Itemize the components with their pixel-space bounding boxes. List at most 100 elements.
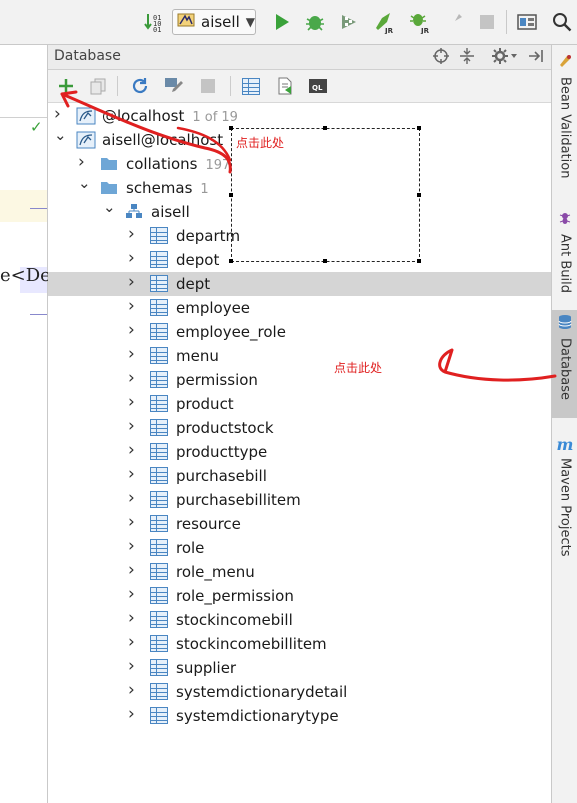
tree-row-label: dept bbox=[176, 275, 210, 293]
chevron-right-icon[interactable]: › bbox=[128, 704, 135, 724]
chevron-right-icon[interactable]: › bbox=[128, 608, 135, 628]
chevron-right-icon[interactable]: › bbox=[128, 368, 135, 388]
chevron-right-icon[interactable]: › bbox=[54, 104, 61, 124]
tree-row-label: productstock bbox=[176, 419, 274, 437]
tree-row[interactable]: › employee_role bbox=[48, 320, 551, 344]
table-icon bbox=[150, 659, 168, 676]
build-icon[interactable] bbox=[442, 10, 466, 34]
tree-row-name: role_permission bbox=[176, 587, 294, 605]
project-structure-icon[interactable] bbox=[515, 10, 539, 34]
tree-row[interactable]: › permission bbox=[48, 368, 551, 392]
chevron-right-icon[interactable]: › bbox=[128, 680, 135, 700]
tree-row[interactable]: › stockincomebill bbox=[48, 608, 551, 632]
tree-row[interactable]: › supplier bbox=[48, 656, 551, 680]
sql-console-icon[interactable]: QL bbox=[306, 74, 330, 98]
tree-row-label: systemdictionarydetail bbox=[176, 683, 347, 701]
tree-row-label: aisell@localhost bbox=[102, 131, 223, 149]
chevron-down-icon[interactable]: ⌄ bbox=[54, 126, 67, 144]
debug-icon[interactable] bbox=[303, 10, 327, 34]
chevron-right-icon[interactable]: › bbox=[128, 584, 135, 604]
tree-row[interactable]: › purchasebillitem bbox=[48, 488, 551, 512]
tree-row-name: supplier bbox=[176, 659, 237, 677]
collapse-icon[interactable] bbox=[458, 47, 476, 69]
tree-row-name: employee_role bbox=[176, 323, 286, 341]
properties-icon[interactable] bbox=[162, 74, 186, 98]
chevron-right-icon[interactable]: › bbox=[128, 512, 135, 532]
tree-row[interactable]: › employee bbox=[48, 296, 551, 320]
tree-row[interactable]: › @localhost 1 of 19 bbox=[48, 104, 551, 128]
copy-icon[interactable] bbox=[86, 74, 110, 98]
run-icon[interactable] bbox=[270, 10, 294, 34]
main-toolbar: 01 10 01 aisell ▼ JR JR bbox=[0, 0, 577, 45]
tree-row-name: productstock bbox=[176, 419, 274, 437]
tree-row-name: purchasebill bbox=[176, 467, 267, 485]
gutter-line bbox=[30, 208, 47, 209]
tree-row-name: permission bbox=[176, 371, 258, 389]
tree-row[interactable]: › role bbox=[48, 536, 551, 560]
table-icon bbox=[150, 347, 168, 364]
edit-source-icon[interactable] bbox=[273, 74, 297, 98]
table-editor-icon[interactable] bbox=[239, 74, 263, 98]
tree-row[interactable]: › resource bbox=[48, 512, 551, 536]
database-panel-header: Database bbox=[48, 45, 551, 70]
chevron-right-icon[interactable]: › bbox=[128, 224, 135, 244]
tree-row[interactable]: › systemdictionarytype bbox=[48, 704, 551, 728]
chevron-right-icon[interactable]: › bbox=[128, 560, 135, 580]
folder-icon bbox=[100, 155, 118, 172]
add-icon[interactable] bbox=[54, 74, 78, 98]
tree-row[interactable]: › stockincomebillitem bbox=[48, 632, 551, 656]
chevron-right-icon[interactable]: › bbox=[128, 248, 135, 268]
jrebel-run-icon[interactable]: JR bbox=[372, 10, 396, 34]
tab-bean-validation[interactable]: Bean Validation bbox=[552, 53, 577, 178]
chevron-down-icon[interactable]: ⌄ bbox=[103, 198, 116, 216]
stop-icon[interactable] bbox=[475, 10, 499, 34]
hide-icon[interactable] bbox=[527, 47, 545, 69]
jrebel-debug-icon[interactable]: JR bbox=[408, 10, 432, 34]
tab-maven-projects[interactable]: m Maven Projects bbox=[552, 435, 577, 557]
chevron-right-icon[interactable]: › bbox=[128, 440, 135, 460]
tab-ant-build[interactable]: Ant Build bbox=[552, 210, 577, 293]
run-config-label: aisell bbox=[201, 13, 240, 31]
tree-row-name: role bbox=[176, 539, 205, 557]
tree-row[interactable]: › role_menu bbox=[48, 560, 551, 584]
chevron-right-icon[interactable]: › bbox=[128, 296, 135, 316]
tree-row[interactable]: › dept bbox=[48, 272, 551, 296]
chevron-right-icon[interactable]: › bbox=[128, 536, 135, 556]
tree-row[interactable]: › product bbox=[48, 392, 551, 416]
chevron-right-icon[interactable]: › bbox=[128, 320, 135, 340]
search-icon[interactable] bbox=[550, 10, 574, 34]
chevron-right-icon[interactable]: › bbox=[128, 488, 135, 508]
tree-row[interactable]: › producttype bbox=[48, 440, 551, 464]
chevron-right-icon[interactable]: › bbox=[128, 632, 135, 652]
coverage-icon[interactable] bbox=[338, 10, 362, 34]
stop-icon[interactable] bbox=[196, 74, 220, 98]
database-panel-toolbar: QL bbox=[48, 70, 551, 103]
tree-row[interactable]: › purchasebill bbox=[48, 464, 551, 488]
table-icon bbox=[150, 299, 168, 316]
chevron-right-icon[interactable]: › bbox=[128, 416, 135, 436]
run-configuration-selector[interactable]: aisell ▼ bbox=[172, 9, 256, 35]
target-icon[interactable] bbox=[432, 47, 450, 69]
editor-area[interactable]: ✓ e<Dep bbox=[0, 45, 62, 803]
refresh-icon[interactable] bbox=[128, 74, 152, 98]
chevron-right-icon[interactable]: › bbox=[128, 656, 135, 676]
table-icon bbox=[150, 227, 168, 244]
chevron-right-icon[interactable]: › bbox=[128, 464, 135, 484]
tree-row[interactable]: › role_permission bbox=[48, 584, 551, 608]
chevron-down-icon[interactable]: ⌄ bbox=[78, 174, 91, 192]
tree-row[interactable]: › productstock bbox=[48, 416, 551, 440]
tree-row-name: systemdictionarydetail bbox=[176, 683, 348, 701]
table-icon bbox=[150, 539, 168, 556]
sort-icon[interactable]: 01 10 01 bbox=[142, 10, 166, 34]
tree-row-count: 1 of 19 bbox=[192, 110, 238, 125]
tree-row-label: depot bbox=[176, 251, 219, 269]
resize-handle bbox=[229, 193, 233, 197]
tab-database[interactable]: Database bbox=[552, 310, 577, 418]
tree-row[interactable]: › menu bbox=[48, 344, 551, 368]
gear-icon[interactable] bbox=[492, 47, 518, 69]
chevron-right-icon[interactable]: › bbox=[78, 152, 85, 172]
chevron-right-icon[interactable]: › bbox=[128, 392, 135, 412]
tree-row[interactable]: › systemdictionarydetail bbox=[48, 680, 551, 704]
chevron-right-icon[interactable]: › bbox=[128, 272, 135, 292]
chevron-right-icon[interactable]: › bbox=[128, 344, 135, 364]
